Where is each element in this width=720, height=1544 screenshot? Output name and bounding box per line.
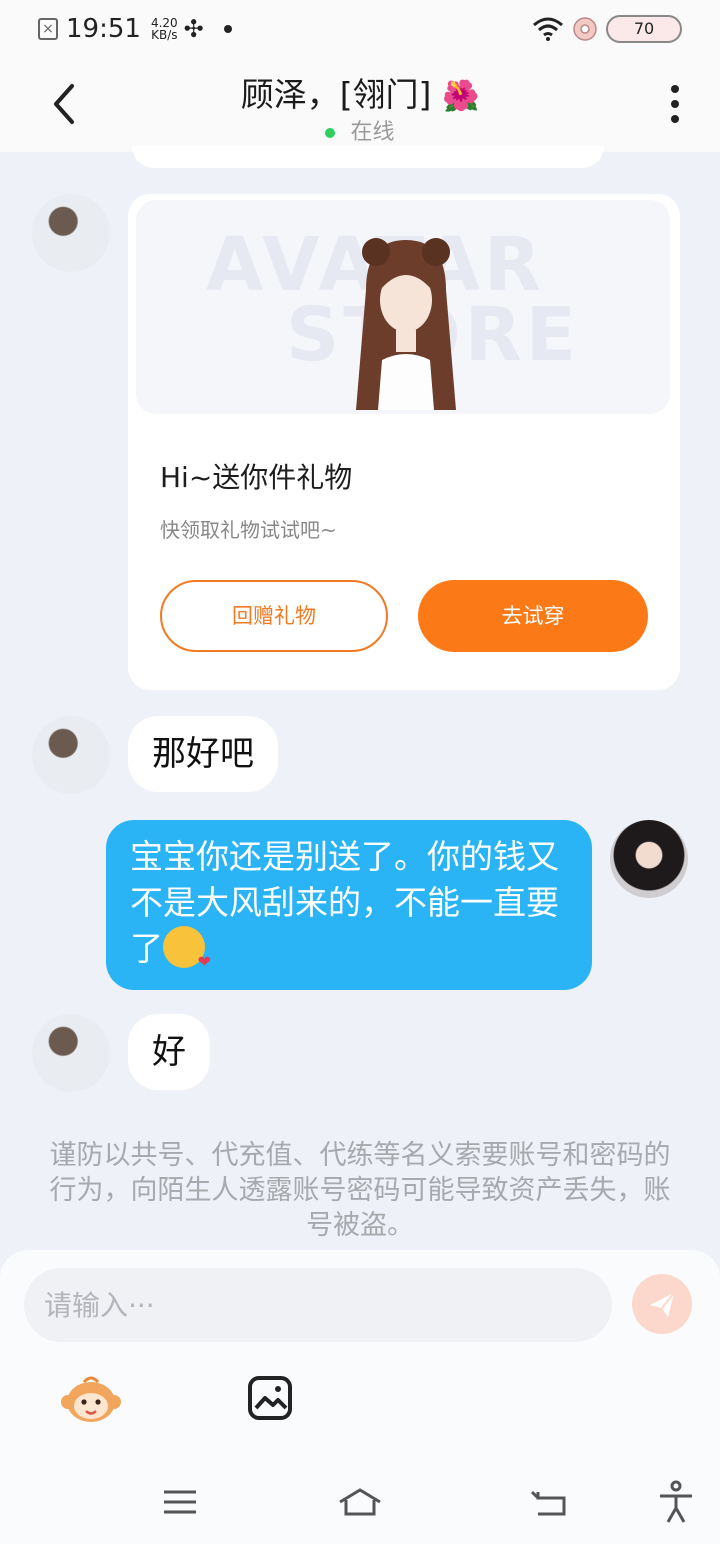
gift-preview-image[interactable]: AVATAR STORE: [136, 200, 670, 414]
contact-avatar[interactable]: [32, 716, 110, 794]
system-nav-bar: [0, 1460, 720, 1544]
network-speed: 4.20 KB/s: [150, 16, 178, 42]
fan-icon: ✣: [183, 15, 204, 43]
message-bubble-left[interactable]: 好: [128, 1014, 210, 1090]
status-right: 70: [532, 15, 682, 43]
gift-title: Hi~送你件礼物: [160, 461, 353, 494]
chat-header: 顾泽，[翎门] 🌺 在线: [0, 58, 720, 152]
more-vertical-icon[interactable]: [660, 82, 690, 126]
gift-card: AVATAR STORE Hi~送你件礼物 快领取礼物试试吧~ 回赠礼物 去试穿: [128, 194, 680, 690]
kiss-emoji-icon: [163, 926, 211, 970]
online-status: 在线: [0, 114, 720, 146]
notification-close-icon: ×: [38, 18, 58, 40]
notification-dot-icon: [223, 25, 232, 33]
return-gift-button[interactable]: 回赠礼物: [160, 580, 388, 652]
message-input[interactable]: [24, 1268, 612, 1342]
home-icon[interactable]: [336, 1478, 384, 1526]
monkey-emoji-icon[interactable]: [60, 1372, 122, 1426]
contact-avatar[interactable]: [32, 194, 110, 272]
online-dot-icon: [325, 128, 336, 138]
hibiscus-icon: 🌺: [441, 79, 480, 114]
contact-avatar[interactable]: [32, 1014, 110, 1092]
send-icon: [650, 1292, 675, 1317]
back-icon[interactable]: [526, 1478, 574, 1526]
online-status-label: 在线: [350, 120, 395, 145]
menu-icon[interactable]: [156, 1478, 204, 1526]
safety-notice: 谨防以共号、代充值、代练等名义索要账号和密码的行为，向陌生人透露账号密码可能导致…: [49, 1140, 671, 1241]
try-on-button[interactable]: 去试穿: [418, 580, 648, 652]
battery-indicator: 70: [606, 15, 682, 43]
image-icon[interactable]: [246, 1374, 294, 1422]
contact-name: 顾泽，[翎门]: [240, 75, 432, 114]
status-time: 19:51: [66, 14, 141, 44]
gift-subtitle: 快领取礼物试试吧~: [160, 518, 337, 542]
wifi-icon: [533, 17, 563, 41]
send-button[interactable]: [632, 1274, 692, 1334]
status-bar: × 19:51 4.20 KB/s ✣ 70: [0, 0, 720, 58]
message-bubble-right[interactable]: 宝宝你还是别送了。你的钱又不是大风刮来的，不能一直要了: [106, 820, 592, 990]
accessibility-icon[interactable]: [652, 1478, 700, 1526]
message-bubble-left[interactable]: 那好吧: [128, 716, 278, 792]
my-avatar[interactable]: [610, 820, 688, 898]
disc-icon: [573, 17, 597, 41]
previous-message-bubble: [132, 146, 604, 168]
contact-title: 顾泽，[翎门] 🌺: [0, 68, 720, 116]
avatar-figure-image: [356, 238, 456, 410]
